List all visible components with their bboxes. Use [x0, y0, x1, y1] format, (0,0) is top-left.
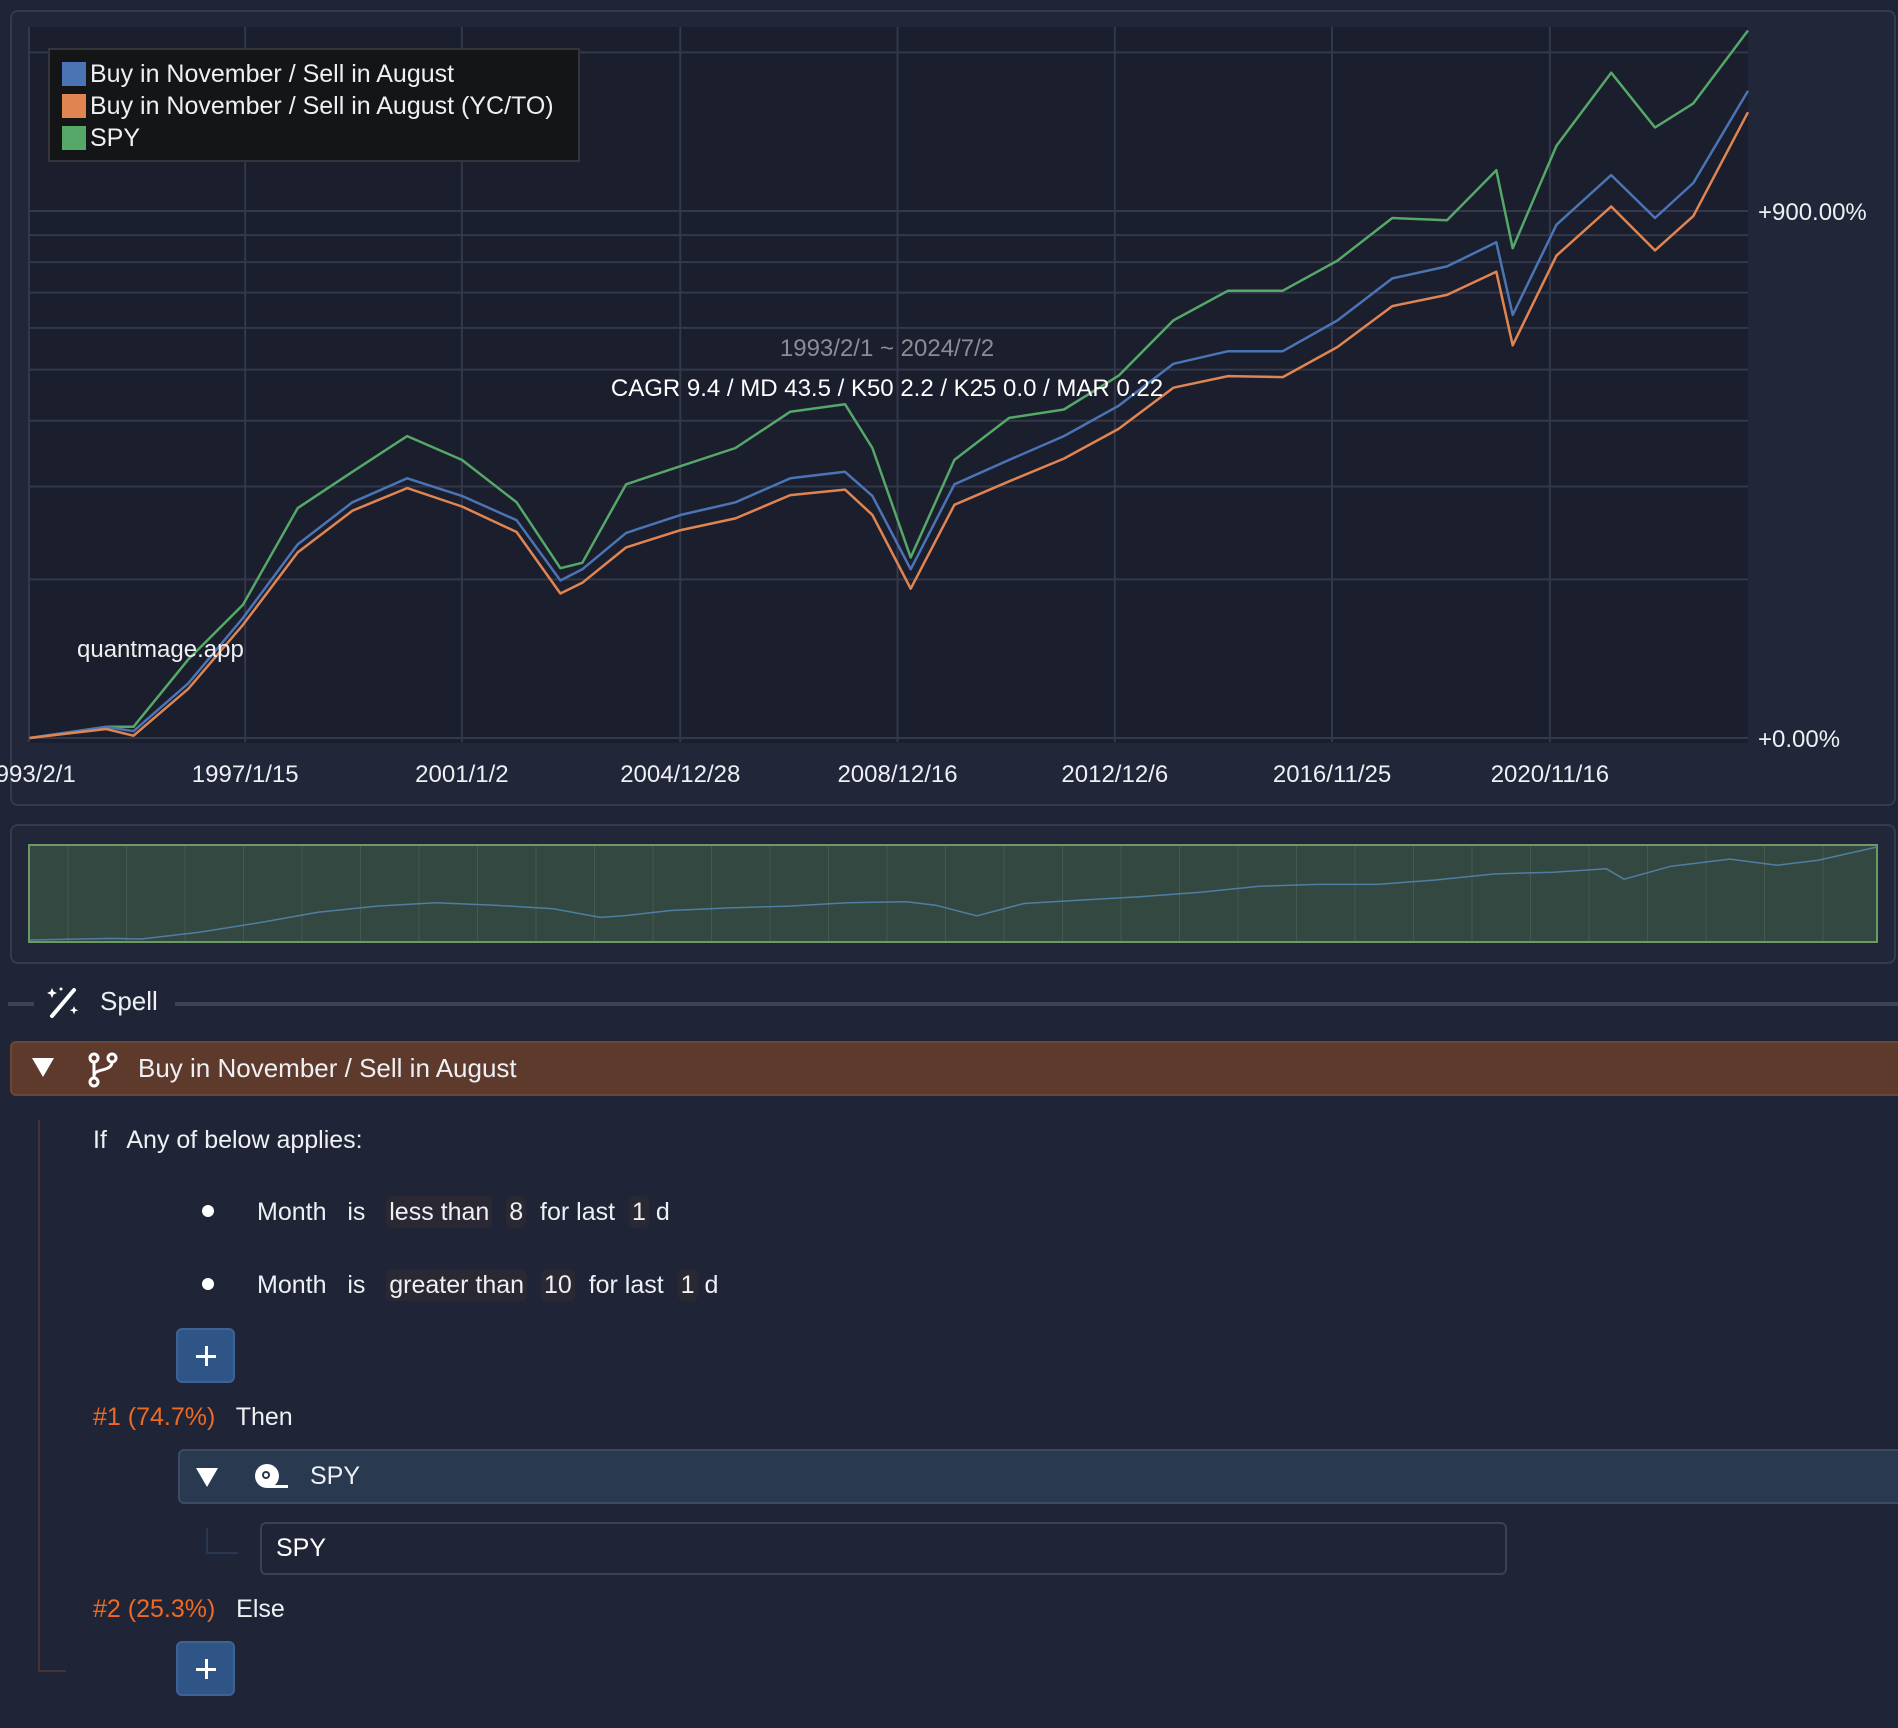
x-tick-label: 1993/2/1 [0, 761, 76, 788]
bullet-icon [202, 1278, 214, 1290]
x-tick-label: 2001/1/2 [415, 761, 508, 788]
value-input[interactable]: 10 [540, 1269, 575, 1301]
x-tick-labels: 1993/2/1 1997/1/15 2001/1/2 2004/12/28 2008/… [0, 761, 1609, 788]
tree-line-end [38, 1670, 66, 1672]
chart-legend: Buy in November / Sell in August Buy in … [48, 48, 580, 162]
asset-group-label: SPY [310, 1462, 361, 1490]
if-label: If [93, 1126, 107, 1154]
comparator-select[interactable]: less than [386, 1196, 493, 1228]
comparator-select[interactable]: greater than [386, 1269, 528, 1301]
magic-wand-icon [47, 987, 79, 1018]
add-condition-button[interactable] [176, 1328, 235, 1383]
add-else-item-button[interactable] [176, 1641, 235, 1696]
x-tick-label: 1997/1/15 [192, 761, 299, 788]
condition-row: Month is greater than 10 for last 1 d [257, 1269, 719, 1301]
legend-swatch-blue [62, 62, 86, 86]
legend-label: Buy in November / Sell in August (YC/TO) [90, 92, 554, 120]
then-label: Then [235, 1403, 293, 1431]
indicator-select[interactable]: Month [257, 1198, 326, 1226]
legend-label: SPY [90, 124, 141, 152]
divider-right [175, 1002, 1898, 1006]
branch-header[interactable]: Buy in November / Sell in August [10, 1041, 1898, 1096]
legend-swatch-orange [62, 94, 86, 118]
else-label: Else [236, 1595, 285, 1623]
legend-item[interactable]: Buy in November / Sell in August (YC/TO) [62, 90, 578, 122]
x-tick-label: 2016/11/25 [1273, 761, 1391, 788]
y-tick-labels: +0.00% +900.00% [1758, 199, 1867, 753]
condition-mode-select[interactable]: Any of below applies: [126, 1126, 362, 1154]
divider-left [8, 1002, 34, 1006]
legend-item[interactable]: SPY [62, 122, 578, 154]
for-last-label: for last [540, 1198, 616, 1226]
spell-label: Spell [100, 986, 158, 1016]
then-row: #1 (74.7%) Then [93, 1403, 293, 1432]
stats-label: CAGR 9.4 / MD 43.5 / K50 2.2 / K25 0.0 /… [611, 375, 1163, 402]
bullet-icon [202, 1205, 214, 1217]
unit-label: d [655, 1198, 670, 1226]
branch-title: Buy in November / Sell in August [138, 1053, 517, 1083]
condition-row: Month is less than 8 for last 1 d [257, 1196, 670, 1228]
indicator-select[interactable]: Month [257, 1271, 326, 1299]
period-input[interactable]: 1 [677, 1269, 698, 1301]
asset-icon [255, 1464, 288, 1488]
watermark: quantmage.app [77, 636, 244, 663]
x-tick-label: 2008/12/16 [837, 761, 957, 788]
branch-icon [88, 1052, 118, 1088]
then-weight: #1 (74.7%) [93, 1403, 216, 1431]
collapse-triangle-icon[interactable] [32, 1058, 54, 1077]
else-weight: #2 (25.3%) [93, 1595, 216, 1623]
x-tick-label: 2012/12/6 [1061, 761, 1168, 788]
is-label: is [347, 1271, 366, 1299]
for-last-label: for last [588, 1271, 664, 1299]
else-row: #2 (25.3%) Else [93, 1595, 285, 1624]
legend-item[interactable]: Buy in November / Sell in August [62, 58, 578, 90]
tree-connector [206, 1528, 238, 1554]
y-tick-label: +0.00% [1758, 726, 1840, 753]
collapse-triangle-icon[interactable] [196, 1468, 218, 1487]
legend-label: Buy in November / Sell in August [90, 60, 455, 88]
is-label: is [347, 1198, 366, 1226]
x-tick-label: 2020/11/16 [1491, 761, 1609, 788]
ticker-input[interactable] [260, 1522, 1507, 1575]
asset-group-header[interactable]: SPY [178, 1449, 1898, 1504]
range-navigator-panel [10, 824, 1896, 964]
unit-label: d [704, 1271, 719, 1299]
x-tick-label: 2004/12/28 [620, 761, 740, 788]
date-range-label: 1993/2/1 ~ 2024/7/2 [780, 335, 994, 362]
y-tick-label: +900.00% [1758, 199, 1867, 226]
period-input[interactable]: 1 [628, 1196, 649, 1228]
value-input[interactable]: 8 [506, 1196, 527, 1228]
if-clause: If Any of below applies: [93, 1126, 363, 1155]
tree-line [38, 1120, 40, 1671]
legend-swatch-green [62, 126, 86, 150]
